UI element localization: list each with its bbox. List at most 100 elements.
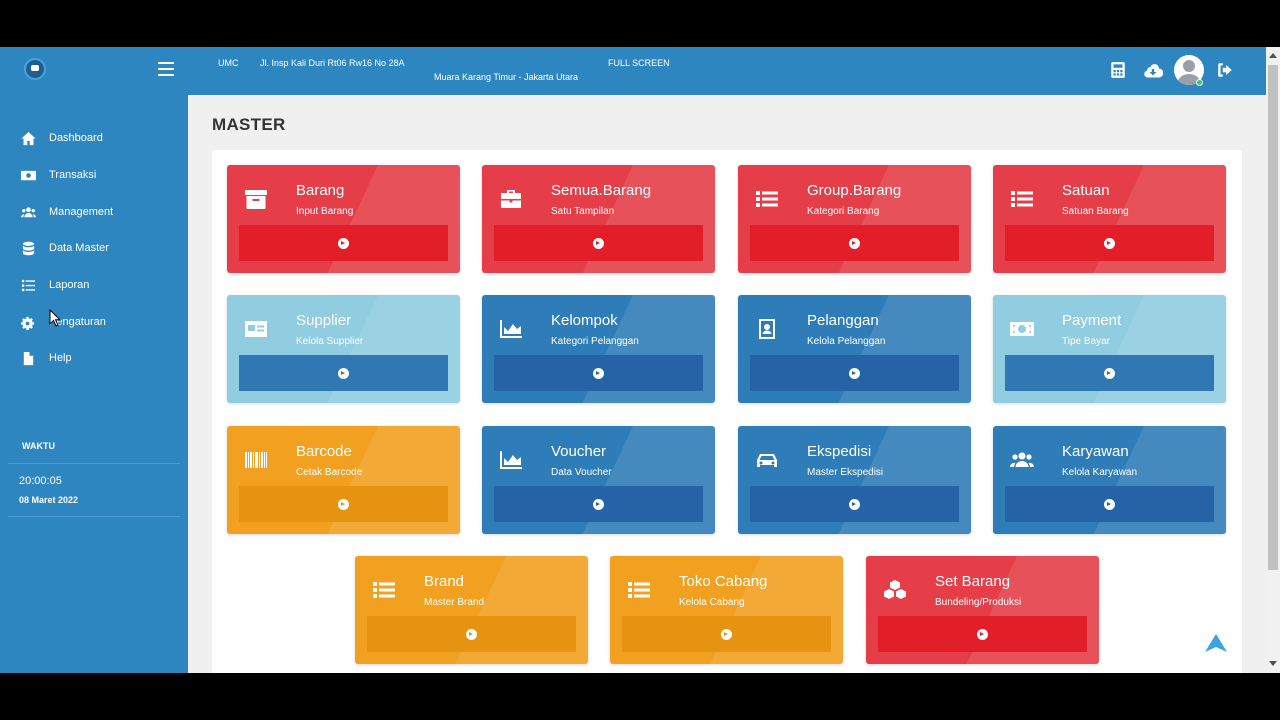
calculator-icon[interactable] — [1109, 61, 1127, 79]
cloud-download-icon[interactable] — [1143, 61, 1164, 79]
arrow-circle-right-icon — [849, 498, 860, 510]
card-open-button[interactable] — [622, 616, 831, 652]
card-pelanggan[interactable]: Pelanggan Kelola Pelanggan — [738, 295, 971, 403]
clock-time: 20:00:05 — [19, 475, 62, 487]
list-icon — [1009, 187, 1035, 211]
card-subtitle: Input Barang — [296, 206, 354, 217]
app-logo[interactable] — [24, 58, 46, 80]
money-icon — [20, 167, 36, 183]
card-open-button[interactable] — [878, 616, 1087, 652]
scroll-up-arrow[interactable] — [1269, 53, 1277, 58]
company-address-line1: Jl. Insp Kali Duri Rt06 Rw16 No 28A — [260, 58, 405, 68]
list-icon — [626, 578, 652, 602]
card-open-button[interactable] — [239, 225, 448, 261]
card-subtitle: Bundeling/Produksi — [935, 597, 1022, 608]
arrow-circle-right-icon — [849, 237, 860, 249]
card-subtitle: Kategori Barang — [807, 206, 880, 217]
card-title: Semua.Barang — [551, 182, 652, 199]
arrow-circle-right-icon — [593, 498, 604, 510]
sidebar-item-dashboard[interactable]: Dashboard — [0, 123, 188, 153]
card-title: Satuan — [1062, 182, 1110, 199]
scroll-to-top-icon[interactable] — [1204, 633, 1228, 653]
card-title: Brand — [424, 573, 465, 590]
card-supplier[interactable]: Supplier Kelola Supplier — [227, 295, 460, 403]
card-group-barang[interactable]: Group.Barang Kategori Barang — [738, 165, 971, 273]
card-toko-cabang[interactable]: Toko Cabang Kelola Cabang — [610, 556, 843, 664]
online-status-indicator — [1196, 79, 1203, 86]
card-set-barang[interactable]: Set Barang Bundeling/Produksi — [866, 556, 1099, 664]
sidebar-item-data-master[interactable]: Data Master — [0, 233, 188, 263]
sign-out-icon[interactable] — [1216, 61, 1234, 79]
briefcase-icon — [498, 187, 524, 211]
card-open-button[interactable] — [494, 355, 703, 391]
card-title: Karyawan — [1062, 443, 1129, 460]
sidebar-item-management[interactable]: Management — [0, 197, 188, 227]
scroll-down-arrow[interactable] — [1269, 661, 1277, 666]
archive-icon — [243, 187, 269, 211]
card-subtitle: Data Voucher — [551, 467, 612, 478]
card-open-button[interactable] — [494, 486, 703, 522]
card-barcode[interactable]: Barcode Cetak Barcode — [227, 426, 460, 534]
card-title: Set Barang — [935, 573, 1011, 590]
card-subtitle: Master Brand — [424, 597, 485, 608]
card-open-button[interactable] — [1005, 225, 1214, 261]
card-barang[interactable]: Barang Input Barang — [227, 165, 460, 273]
card-subtitle: Satuan Barang — [1062, 206, 1129, 217]
card-satuan[interactable]: Satuan Satuan Barang — [993, 165, 1226, 273]
cogs-icon — [20, 314, 36, 330]
card-subtitle: Cetak Barcode — [296, 467, 363, 478]
card-payment[interactable]: Payment Tipe Bayar — [993, 295, 1226, 403]
card-title: Ekspedisi — [807, 443, 872, 460]
card-open-button[interactable] — [239, 355, 448, 391]
arrow-circle-right-icon — [466, 628, 477, 640]
users-icon — [20, 204, 36, 220]
card-open-button[interactable] — [750, 355, 959, 391]
card-open-button[interactable] — [367, 616, 576, 652]
card-voucher[interactable]: Voucher Data Voucher — [482, 426, 715, 534]
sidebar-item-laporan[interactable]: Laporan — [0, 270, 188, 300]
sidebar-item-label: Data Master — [49, 242, 109, 254]
arrow-circle-right-icon — [721, 628, 732, 640]
scrollbar-thumb[interactable] — [1268, 65, 1278, 570]
file-icon — [20, 350, 36, 366]
fullscreen-link[interactable]: FULL SCREEN — [608, 58, 670, 68]
card-title: Voucher — [551, 443, 607, 460]
card-open-button[interactable] — [750, 225, 959, 261]
money-bill-icon — [1009, 317, 1035, 341]
sidebar: Dashboard Transaksi Management Data Mast… — [0, 95, 188, 673]
sidebar-item-label: Management — [49, 206, 114, 218]
card-open-button[interactable] — [750, 486, 959, 522]
card-open-button[interactable] — [1005, 355, 1214, 391]
card-title: Toko Cabang — [679, 573, 768, 590]
card-kelompok[interactable]: Kelompok Kategori Pelanggan — [482, 295, 715, 403]
arrow-circle-right-icon — [1104, 498, 1115, 510]
card-title: Barang — [296, 182, 345, 199]
time-section-label: WAKTU — [22, 441, 55, 451]
card-brand[interactable]: Brand Master Brand — [355, 556, 588, 664]
arrow-circle-right-icon — [1104, 367, 1115, 379]
card-semua-barang[interactable]: Semua.Barang Satu Tampilan — [482, 165, 715, 273]
card-subtitle: Kelola Karyawan — [1062, 467, 1138, 478]
card-subtitle: Master Ekspedisi — [807, 467, 884, 478]
arrow-circle-right-icon — [593, 367, 604, 379]
arrow-circle-right-icon — [338, 498, 349, 510]
top-navbar: UMC Jl. Insp Kali Duri Rt06 Rw16 No 28A … — [0, 47, 1266, 95]
card-subtitle: Kategori Pelanggan — [551, 336, 639, 347]
sidebar-item-label: Dashboard — [49, 132, 103, 144]
card-subtitle: Kelola Supplier — [296, 336, 364, 347]
menu-toggle-button[interactable] — [158, 62, 174, 76]
card-karyawan[interactable]: Karyawan Kelola Karyawan — [993, 426, 1226, 534]
sidebar-item-label: Help — [49, 352, 72, 364]
card-open-button[interactable] — [494, 225, 703, 261]
barcode-icon — [243, 448, 269, 472]
card-open-button[interactable] — [1005, 486, 1214, 522]
arrow-circle-right-icon — [338, 367, 349, 379]
sidebar-item-pengaturan[interactable]: Pengaturan — [0, 307, 188, 337]
card-open-button[interactable] — [239, 486, 448, 522]
card-ekspedisi[interactable]: Ekspedisi Master Ekspedisi — [738, 426, 971, 534]
sidebar-item-transaksi[interactable]: Transaksi — [0, 160, 188, 190]
home-icon — [20, 130, 36, 146]
sidebar-item-help[interactable]: Help — [0, 343, 188, 373]
area-chart-icon — [498, 448, 524, 472]
card-title: Group.Barang — [807, 182, 902, 199]
